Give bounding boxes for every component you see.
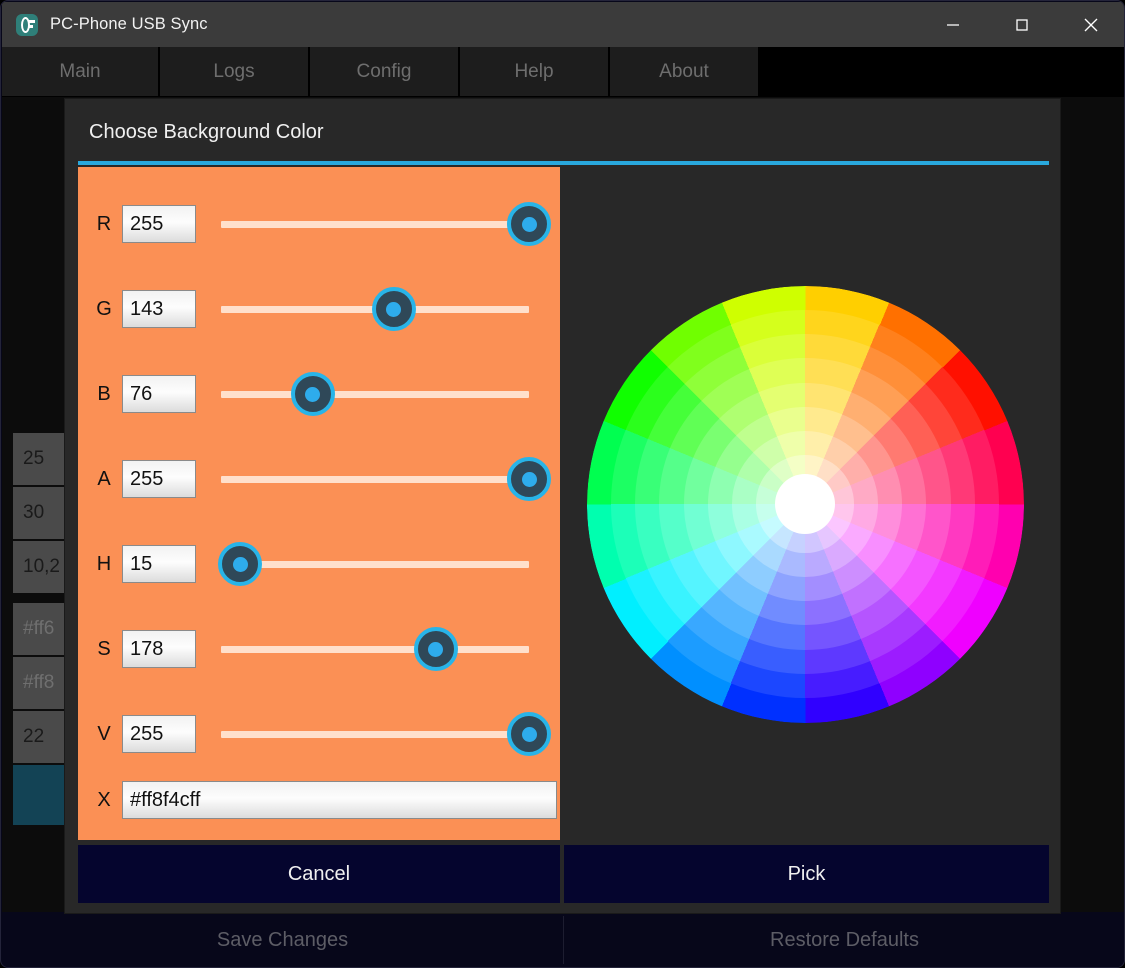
title-bar: PC-Phone USB Sync <box>2 2 1124 47</box>
slider-thumb-dot <box>305 386 321 402</box>
slider-v[interactable] <box>221 711 551 757</box>
bottom-action-bar: Save Changes Restore Defaults <box>2 912 1124 967</box>
channel-label-r: R <box>96 212 112 235</box>
window-controls <box>918 2 1124 47</box>
application-window: PC-Phone USB Sync Main Logs Config Help … <box>0 0 1125 968</box>
dialog-title: Choose Background Color <box>89 121 324 143</box>
slider-thumb-v[interactable] <box>507 712 551 756</box>
slider-a[interactable] <box>221 456 551 502</box>
slider-thumb-s[interactable] <box>413 627 458 671</box>
channel-input-g[interactable] <box>122 290 196 328</box>
slider-thumb-r[interactable] <box>507 202 551 246</box>
slider-thumb-dot <box>521 216 537 232</box>
slider-track <box>221 646 529 653</box>
slider-row-b: B <box>78 367 560 421</box>
tab-config[interactable]: Config <box>310 47 458 96</box>
list-separator <box>13 595 70 603</box>
channel-input-h[interactable] <box>122 545 196 583</box>
slider-g[interactable] <box>221 286 537 332</box>
maximize-icon[interactable] <box>987 2 1056 47</box>
list-item-selected[interactable] <box>13 765 70 827</box>
channel-label-s: S <box>97 637 111 660</box>
color-wheel[interactable] <box>586 285 1024 723</box>
color-picker-dialog: Choose Background Color R G B A H S V X Cancel… <box>65 99 1060 913</box>
channel-slider-panel: R G B A H S V X <box>78 167 560 840</box>
slider-thumb-dot <box>232 556 248 572</box>
window-title: PC-Phone USB Sync <box>50 15 208 33</box>
tab-label: Help <box>514 60 554 82</box>
usb-sync-icon <box>16 13 38 36</box>
tab-label: Logs <box>213 60 255 82</box>
pick-button[interactable]: Pick <box>564 845 1049 903</box>
save-changes-button[interactable]: Save Changes <box>2 912 563 967</box>
slider-thumb-g[interactable] <box>371 287 416 331</box>
dialog-accent-line <box>78 161 1049 165</box>
slider-r[interactable] <box>221 201 551 247</box>
slider-thumb-dot <box>521 726 537 742</box>
tab-label: Main <box>59 60 101 82</box>
slider-row-r: R <box>78 197 560 251</box>
slider-thumb-a[interactable] <box>507 457 551 501</box>
slider-row-s: S <box>78 622 560 676</box>
tab-label: About <box>659 60 709 82</box>
tab-main[interactable]: Main <box>2 47 158 96</box>
slider-h[interactable] <box>218 541 537 587</box>
hex-label: X <box>97 788 111 811</box>
slider-track <box>221 561 529 568</box>
slider-thumb-dot <box>428 641 444 657</box>
channel-input-r[interactable] <box>122 205 196 243</box>
slider-row-g: G <box>78 282 560 336</box>
list-item[interactable]: 25 <box>13 433 70 487</box>
cancel-button[interactable]: Cancel <box>78 845 560 903</box>
slider-b[interactable] <box>221 371 537 417</box>
list-item[interactable]: #ff8 <box>13 657 70 711</box>
hex-row: X <box>78 773 560 827</box>
tab-strip: Main Logs Config Help About <box>2 47 1124 97</box>
channel-input-a[interactable] <box>122 460 196 498</box>
hex-input[interactable] <box>122 781 557 819</box>
channel-label-h: H <box>96 552 112 575</box>
minimize-icon[interactable] <box>918 2 987 47</box>
slider-track <box>221 476 529 483</box>
channel-label-v: V <box>97 722 111 745</box>
channel-label-g: G <box>96 297 112 320</box>
slider-thumb-b[interactable] <box>290 372 335 416</box>
channel-input-b[interactable] <box>122 375 196 413</box>
list-item[interactable]: 10,2 <box>13 541 70 595</box>
tab-label: Config <box>356 60 412 82</box>
slider-row-a: A <box>78 452 560 506</box>
slider-row-v: V <box>78 707 560 761</box>
list-item[interactable]: #ff6 <box>13 603 70 657</box>
channel-label-a: A <box>97 467 111 490</box>
settings-list: 25 30 10,2 #ff6 #ff8 22 <box>13 433 70 827</box>
slider-thumb-dot <box>521 471 537 487</box>
slider-track <box>221 391 529 398</box>
tab-help[interactable]: Help <box>460 47 608 96</box>
close-icon[interactable] <box>1056 2 1124 47</box>
slider-track <box>221 731 529 738</box>
restore-defaults-button[interactable]: Restore Defaults <box>564 912 1124 967</box>
color-wheel-area <box>561 167 1048 840</box>
slider-thumb-dot <box>386 301 402 317</box>
channel-input-s[interactable] <box>122 630 196 668</box>
list-item[interactable]: 30 <box>13 487 70 541</box>
slider-row-h: H <box>78 537 560 591</box>
list-item[interactable]: 22 <box>13 711 70 765</box>
channel-label-b: B <box>97 382 111 405</box>
color-wheel-center <box>775 474 835 534</box>
tab-logs[interactable]: Logs <box>160 47 308 96</box>
channel-input-v[interactable] <box>122 715 196 753</box>
slider-s[interactable] <box>221 626 537 672</box>
tab-about[interactable]: About <box>610 47 758 96</box>
slider-thumb-h[interactable] <box>218 542 263 586</box>
slider-track <box>221 221 529 228</box>
